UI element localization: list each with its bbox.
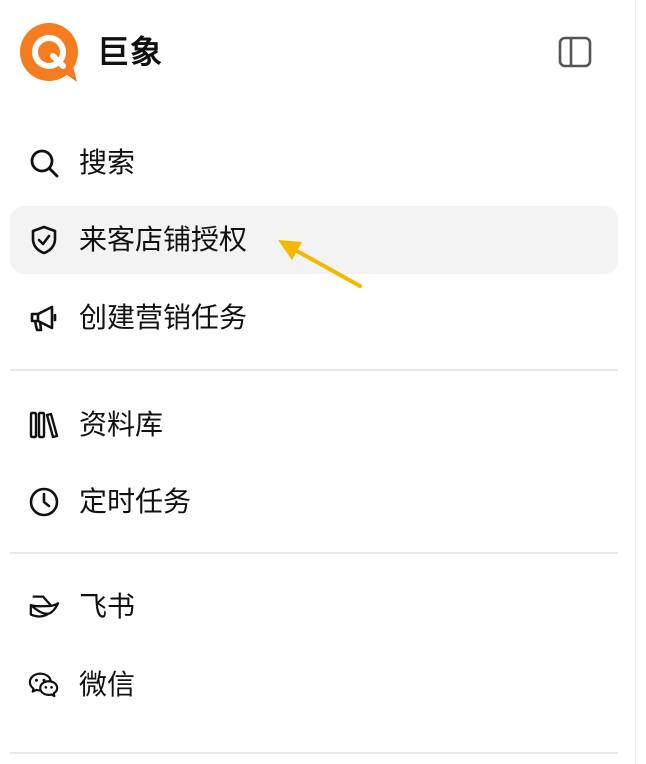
sidebar: 巨象 搜索 来客店铺授权 创建营销任务 资料库 定时任务 飞书 微信 xyxy=(0,0,636,764)
library-icon xyxy=(28,409,60,441)
feishu-icon xyxy=(28,591,60,623)
sidebar-header: 巨象 xyxy=(0,0,636,104)
shield-check-icon xyxy=(28,224,60,256)
divider xyxy=(10,369,618,371)
menu-item-scheduled-task[interactable]: 定时任务 xyxy=(10,468,618,536)
q-logo-icon xyxy=(20,23,78,82)
menu-item-label: 搜索 xyxy=(79,146,136,179)
sidebar-toggle-icon xyxy=(558,36,592,68)
wechat-icon xyxy=(28,669,60,701)
menu-item-feishu[interactable]: 飞书 xyxy=(10,573,618,641)
menu-item-label: 资料库 xyxy=(79,408,164,441)
megaphone-icon xyxy=(28,302,60,334)
search-icon xyxy=(28,147,60,179)
menu-item-marketing-task[interactable]: 创建营销任务 xyxy=(10,284,618,352)
menu-item-wechat[interactable]: 微信 xyxy=(10,651,618,719)
collapse-sidebar-button[interactable] xyxy=(556,34,594,70)
menu-item-label: 来客店铺授权 xyxy=(79,223,248,256)
menu-item-store-auth[interactable]: 来客店铺授权 xyxy=(10,206,618,274)
menu-item-search[interactable]: 搜索 xyxy=(10,129,618,197)
clock-icon xyxy=(28,486,60,518)
menu-item-label: 飞书 xyxy=(79,590,136,623)
menu-item-label: 定时任务 xyxy=(79,485,192,518)
app-logo xyxy=(19,22,81,84)
divider xyxy=(10,752,618,754)
menu-item-label: 微信 xyxy=(79,668,136,701)
divider xyxy=(10,552,618,554)
menu-item-label: 创建营销任务 xyxy=(79,301,248,334)
menu-item-library[interactable]: 资料库 xyxy=(10,391,618,459)
app-name: 巨象 xyxy=(97,33,164,71)
